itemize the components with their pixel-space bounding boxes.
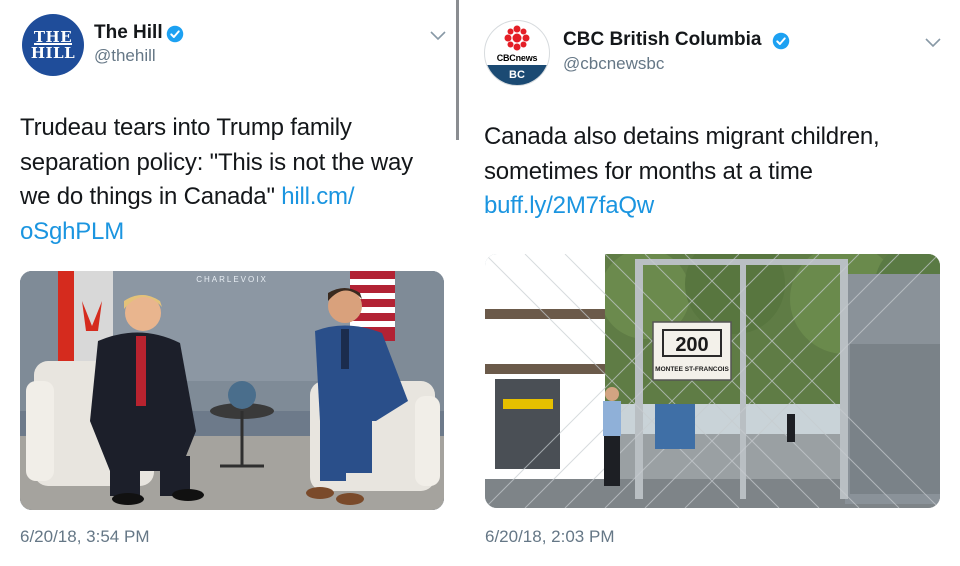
display-name[interactable]: CBC British Columbia	[563, 29, 761, 51]
photo-sign-number: 200	[675, 334, 708, 356]
tweet-photo[interactable]: CHARLEVOIX	[20, 271, 444, 510]
tweet-link-continued[interactable]: oSghPLM	[20, 215, 450, 250]
handle[interactable]: @cbcnewsbc	[563, 54, 664, 74]
avatar[interactable]: CBCnews BC	[484, 20, 550, 86]
timestamp[interactable]: 6/20/18, 3:54 PM	[20, 527, 149, 547]
tweet-text-line: sometimes for months at a time	[484, 157, 813, 185]
tweet-link[interactable]: buff.ly/2M7faQw	[484, 189, 954, 224]
avatar-region-text: BC	[485, 65, 549, 85]
verified-badge-icon	[166, 25, 184, 43]
chevron-down-icon[interactable]	[924, 37, 942, 49]
timestamp[interactable]: 6/20/18, 2:03 PM	[485, 527, 614, 547]
tweet-text: Trudeau tears into Trump family separati…	[20, 111, 450, 249]
avatar[interactable]: THE HILL	[22, 14, 84, 76]
tweet-link[interactable]: hill.cm/	[281, 183, 354, 210]
summit-photo-illustration: CHARLEVOIX	[20, 271, 444, 510]
tweet-text-line: Canada also detains migrant children,	[484, 123, 880, 150]
display-name[interactable]: The Hill	[94, 22, 163, 44]
cbc-gem-logo-icon	[504, 25, 530, 51]
tweet-text-line: we do things in Canada" hill.cm/	[20, 180, 450, 215]
tweet-text: Canada also detains migrant children, so…	[484, 120, 954, 224]
tweet-text-segment: we do things in Canada"	[20, 183, 275, 211]
photo-sign-text: MONTEE ST-FRANCOIS	[655, 366, 729, 373]
verified-badge-icon	[772, 32, 790, 50]
avatar-text-line2: HILL	[30, 44, 76, 62]
handle[interactable]: @thehill	[94, 46, 156, 66]
avatar-brand-text: CBCnews	[496, 53, 538, 63]
tweet-text-line: Trudeau tears into Trump family	[20, 114, 352, 141]
tweet-cbc-bc[interactable]: CBCnews BC CBC British Columbia @cbcnews…	[462, 0, 960, 566]
detention-gate-photo-illustration: 200 MONTEE ST-FRANCOIS	[485, 254, 940, 508]
tweet-the-hill[interactable]: THE HILL The Hill @thehill Trudeau tears…	[0, 0, 460, 566]
photo-sign-text: CHARLEVOIX	[196, 275, 268, 284]
tweet-text-line: separation policy: "This is not the way	[20, 148, 413, 176]
tweet-photo[interactable]: 200 MONTEE ST-FRANCOIS	[485, 254, 940, 508]
chevron-down-icon[interactable]	[429, 30, 447, 42]
